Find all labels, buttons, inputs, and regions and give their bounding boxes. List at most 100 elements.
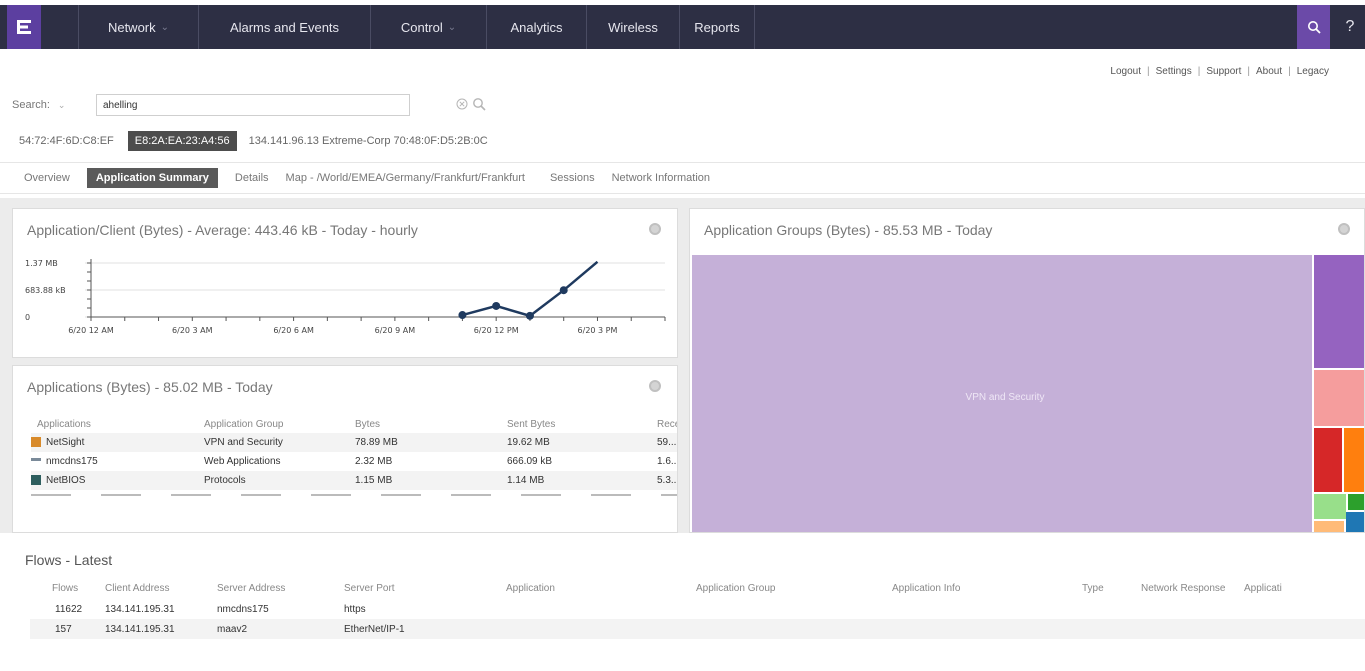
y-tick-label: 683.88 kB xyxy=(25,286,66,295)
app-group: Web Applications xyxy=(204,456,281,467)
tab-bar: Overview Application Summary Details Map… xyxy=(0,162,1365,194)
data-point xyxy=(525,311,534,320)
nav-analytics[interactable]: Analytics xyxy=(486,5,586,49)
nav-wireless-label: Wireless xyxy=(608,19,658,35)
table-row[interactable]: NetBIOS Protocols 1.15 MB 1.14 MB 5.3... xyxy=(31,471,678,490)
x-tick-label: 6/20 6 AM xyxy=(273,326,314,335)
page-root: Network ⌄ Alarms and Events Control ⌄ Anal… xyxy=(0,0,1365,671)
clear-icon[interactable] xyxy=(456,98,468,110)
settings-link[interactable]: Settings xyxy=(1156,66,1192,77)
dashboard-panels: Application/Client (Bytes) - Average: 44… xyxy=(0,198,1365,533)
tab-network-information[interactable]: Network Information xyxy=(612,168,710,188)
column-header[interactable]: Server Port xyxy=(344,583,506,594)
app-sent-bytes: 1.14 MB xyxy=(507,475,545,486)
legacy-link[interactable]: Legacy xyxy=(1297,66,1329,77)
gear-icon[interactable] xyxy=(649,380,661,392)
treemap-block[interactable] xyxy=(1344,428,1364,492)
applications-panel: Applications (Bytes) - 85.02 MB - Today … xyxy=(12,365,678,533)
device-mac[interactable]: 54:72:4F:6D:C8:EF xyxy=(19,135,114,147)
applications-table: Applications Application Group Bytes Sen… xyxy=(31,415,678,496)
application-client-chart: 1.37 MB 683.88 kB 0 6/20 12 AM 6/20 3 AM 6/20… xyxy=(25,259,666,335)
tab-map[interactable]: Map - /World/EMEA/Germany/Frankfurt/Fran… xyxy=(286,168,525,188)
search-icon[interactable] xyxy=(472,97,486,111)
application-groups-panel: Application Groups (Bytes) - 85.53 MB - … xyxy=(689,208,1365,533)
application-client-panel: Application/Client (Bytes) - Average: 44… xyxy=(12,208,678,358)
nav-wireless[interactable]: Wireless xyxy=(586,5,679,49)
treemap-block[interactable] xyxy=(1348,494,1364,510)
app-bytes: 2.32 MB xyxy=(355,456,393,467)
search-type-dropdown[interactable]: Search: ⌄ xyxy=(12,99,96,111)
data-point xyxy=(458,311,467,320)
server-address: nmcdns175 xyxy=(217,603,269,615)
help-button[interactable]: ? xyxy=(1335,5,1365,49)
column-header[interactable]: Client Address xyxy=(105,583,217,594)
column-header[interactable]: Network Response xyxy=(1141,583,1244,594)
client-address: 134.141.195.31 xyxy=(105,603,175,615)
client-address: 134.141.195.31 xyxy=(105,623,175,635)
server-port: EtherNet/IP-1 xyxy=(344,623,405,635)
column-header[interactable]: Application Group xyxy=(204,419,355,430)
app-received-bytes: 1.6... xyxy=(657,456,678,467)
nav-alarms-label: Alarms and Events xyxy=(229,19,340,35)
column-header[interactable]: Sent Bytes xyxy=(507,419,657,430)
column-header[interactable]: Rece xyxy=(657,419,677,430)
extreme-logo[interactable] xyxy=(7,5,41,49)
app-received-bytes: 5.3... xyxy=(657,475,678,486)
column-header[interactable]: Bytes xyxy=(355,419,507,430)
app-name-cell: nmcdns175 xyxy=(31,456,204,467)
nav-analytics-label: Analytics xyxy=(510,19,563,35)
nav-alarms-and-events[interactable]: Alarms and Events xyxy=(198,5,370,49)
tab-application-summary[interactable]: Application Summary xyxy=(86,168,218,188)
global-search-button[interactable] xyxy=(1297,5,1330,49)
treemap-block[interactable] xyxy=(1346,512,1364,532)
flows-count: 11622 xyxy=(55,603,83,615)
panel-title: Application Groups (Bytes) - 85.53 MB - … xyxy=(704,222,993,238)
tab-sessions[interactable]: Sessions xyxy=(550,168,595,188)
about-link[interactable]: About xyxy=(1256,66,1282,77)
column-header[interactable]: Application Info xyxy=(892,583,1082,594)
column-header[interactable]: Type xyxy=(1082,583,1141,594)
table-row[interactable]: 157 134.141.195.31 maav2 EtherNet/IP-1 xyxy=(30,619,1365,639)
gear-icon[interactable] xyxy=(1338,223,1350,235)
treemap-block[interactable] xyxy=(1314,494,1346,519)
treemap-block[interactable] xyxy=(1314,370,1364,426)
treemap-block[interactable] xyxy=(1314,521,1344,532)
x-tick-label: 6/20 3 AM xyxy=(172,326,213,335)
nav-control[interactable]: Control ⌄ xyxy=(370,5,486,49)
table-row[interactable]: nmcdns175 Web Applications 2.32 MB 666.0… xyxy=(31,452,678,471)
x-tick-label: 6/20 3 PM xyxy=(578,326,618,335)
app-sent-bytes: 666.09 kB xyxy=(507,456,553,467)
help-icon: ? xyxy=(1345,18,1355,35)
flows-title: Flows - Latest xyxy=(25,552,113,568)
server-address: maav2 xyxy=(217,623,248,635)
column-header[interactable]: Applicati xyxy=(1244,583,1304,594)
column-header[interactable]: Application Group xyxy=(696,583,892,594)
table-row[interactable]: 11622 134.141.195.31 nmcdns175 https xyxy=(30,599,1365,619)
tab-details[interactable]: Details xyxy=(235,168,269,188)
device-info: 134.141.96.13 Extreme-Corp 70:48:0F:D5:2… xyxy=(248,135,488,147)
search-icon xyxy=(1307,21,1321,34)
logout-link[interactable]: Logout xyxy=(1110,66,1141,77)
gear-icon[interactable] xyxy=(649,223,661,235)
tab-overview[interactable]: Overview xyxy=(24,168,70,188)
x-tick-label: 6/20 12 PM xyxy=(474,326,519,335)
column-header[interactable]: Applications xyxy=(31,419,204,430)
table-header: Flows Client Address Server Address Serv… xyxy=(30,577,1365,599)
treemap-block[interactable] xyxy=(1314,428,1342,492)
chevron-down-icon: ⌄ xyxy=(57,99,66,110)
server-port: https xyxy=(344,603,366,615)
column-header[interactable]: Server Address xyxy=(217,583,344,594)
app-name-cell: NetBIOS xyxy=(31,475,204,486)
table-row[interactable]: NetSight VPN and Security 78.89 MB 19.62… xyxy=(31,433,677,452)
selected-device-chip[interactable]: E8:2A:EA:23:A4:56 xyxy=(127,131,237,151)
nav-network[interactable]: Network ⌄ xyxy=(78,5,198,49)
column-header[interactable]: Application xyxy=(506,583,696,594)
top-navigation-bar: Network ⌄ Alarms and Events Control ⌄ Anal… xyxy=(0,5,1365,49)
treemap-block[interactable] xyxy=(1314,255,1364,368)
nav-reports[interactable]: Reports xyxy=(679,5,755,49)
panel-title: Application/Client (Bytes) - Average: 44… xyxy=(27,222,418,238)
support-link[interactable]: Support xyxy=(1206,66,1241,77)
search-input[interactable] xyxy=(96,94,410,116)
utility-links: Logout | Settings | Support | About | Legacy xyxy=(1110,66,1329,77)
column-header[interactable]: Flows xyxy=(30,583,105,594)
